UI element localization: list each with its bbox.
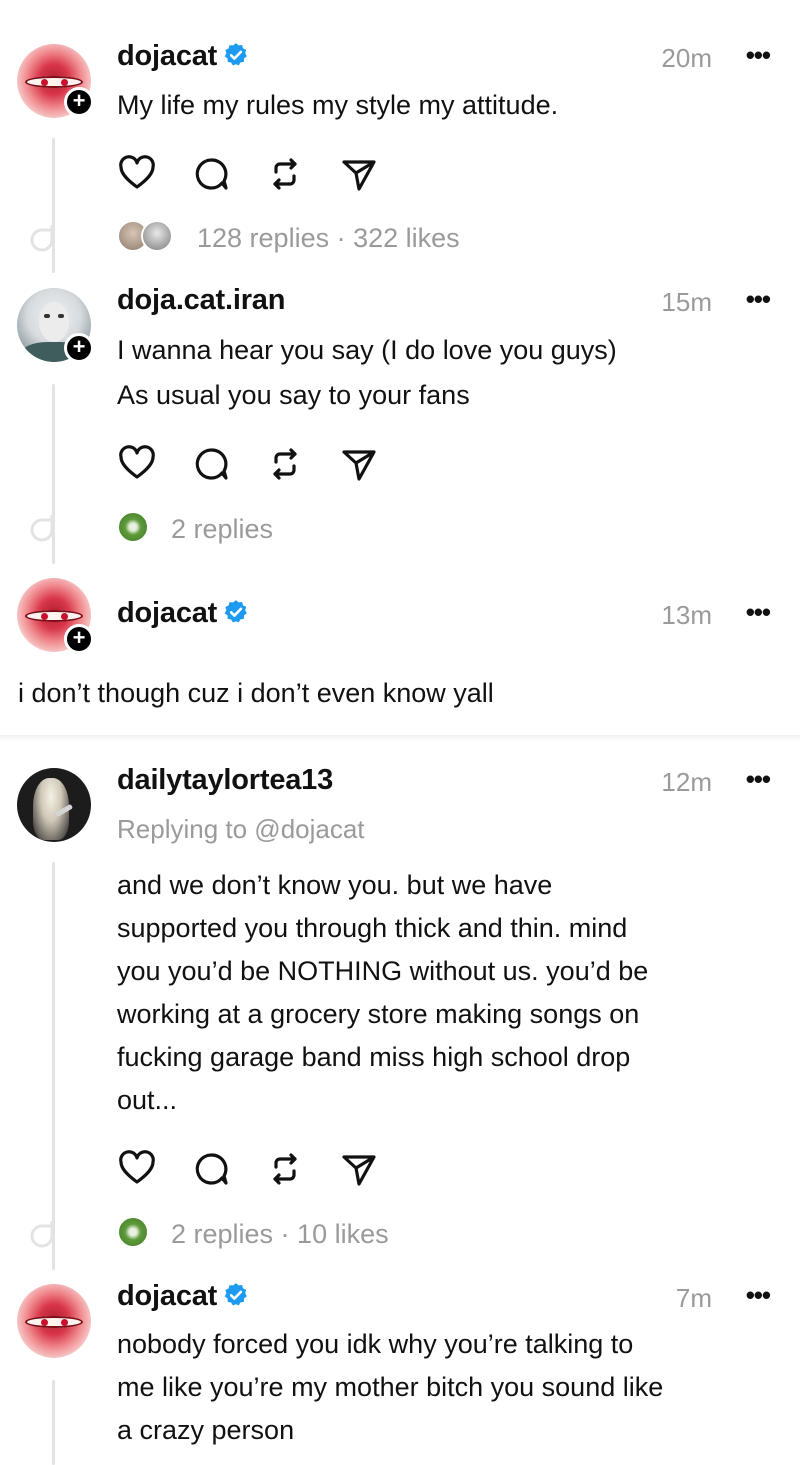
thread-loop-icon [30, 1221, 54, 1248]
post-text: i don’t though cuz i don’t even know yal… [18, 678, 494, 708]
share-send-icon[interactable] [339, 1149, 379, 1189]
like-heart-icon[interactable] [117, 1149, 157, 1189]
follow-plus-icon[interactable]: + [64, 333, 94, 363]
more-options-icon[interactable]: ••• [746, 284, 771, 315]
post-text: nobody forced you idk why you’re talking… [117, 1329, 664, 1445]
repost-icon[interactable] [265, 444, 305, 484]
more-options-icon[interactable]: ••• [746, 764, 771, 795]
thread-line [52, 1380, 55, 1465]
comment-icon[interactable] [191, 1149, 231, 1189]
follow-plus-icon[interactable]: + [64, 624, 94, 654]
username[interactable]: doja.cat.iran [117, 284, 285, 317]
timestamp: 15m [661, 287, 712, 317]
divider [0, 735, 800, 741]
comment-icon[interactable] [191, 444, 231, 484]
avatar [141, 220, 173, 252]
share-send-icon[interactable] [339, 154, 379, 194]
timestamp: 12m [661, 767, 712, 797]
avatar [117, 511, 149, 543]
username[interactable]: dojacat [117, 1280, 249, 1313]
thread-loop-icon [30, 225, 54, 252]
verified-badge-icon [224, 600, 247, 623]
comment-icon[interactable] [191, 154, 231, 194]
thread-line [52, 862, 55, 1270]
more-options-icon[interactable]: ••• [746, 1280, 771, 1311]
post-text: My life my rules my style my attitude. [117, 90, 559, 120]
avatar [117, 1216, 149, 1248]
username[interactable]: dojacat [117, 597, 249, 630]
username[interactable]: dailytaylortea13 [117, 764, 333, 797]
verified-badge-icon [224, 43, 247, 66]
thread-loop-icon [30, 515, 54, 542]
verified-badge-icon [224, 1283, 247, 1306]
timestamp: 7m [675, 1283, 712, 1313]
timestamp: 13m [661, 600, 712, 630]
more-options-icon[interactable]: ••• [746, 597, 771, 628]
timestamp: 20m [661, 43, 712, 73]
post-text: I wanna hear you say (I do love you guys… [117, 335, 617, 410]
share-send-icon[interactable] [339, 444, 379, 484]
replying-to[interactable]: Replying to @dojacat [117, 814, 365, 845]
avatar[interactable] [17, 1284, 91, 1358]
repost-icon[interactable] [265, 154, 305, 194]
repost-icon[interactable] [265, 1149, 305, 1189]
like-heart-icon[interactable] [117, 154, 157, 194]
more-options-icon[interactable]: ••• [746, 40, 771, 71]
like-heart-icon[interactable] [117, 444, 157, 484]
username[interactable]: dojacat [117, 40, 249, 73]
post-text: and we don’t know you. but we have suppo… [117, 870, 649, 1115]
avatar[interactable] [17, 768, 91, 842]
follow-plus-icon[interactable]: + [64, 87, 94, 117]
